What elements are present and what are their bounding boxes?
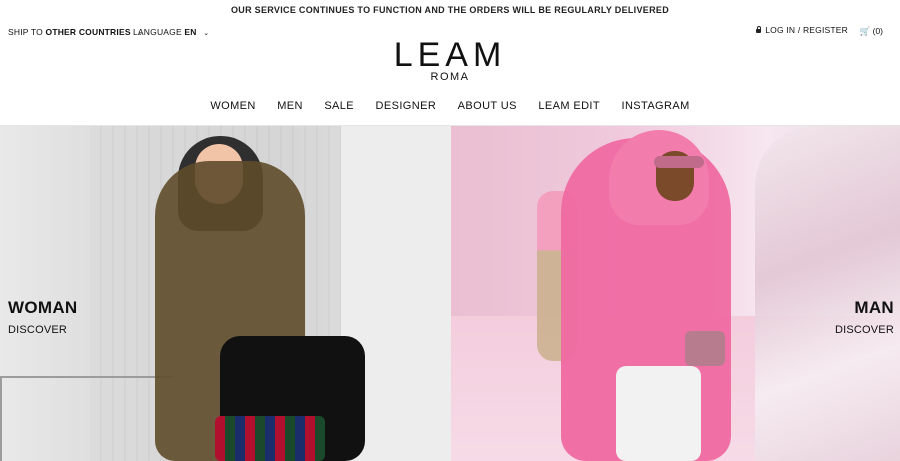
nav-leam-edit[interactable]: LEAM EDIT	[538, 100, 600, 112]
nav-men[interactable]: MEN	[277, 100, 303, 112]
nav-instagram[interactable]: INSTAGRAM	[621, 100, 689, 112]
cart-icon: 🛒	[859, 26, 871, 36]
hero-man-title: MAN	[854, 298, 894, 317]
ship-to-prefix: SHIP TO	[8, 27, 43, 37]
hero-man-panel[interactable]: MAN DISCOVER	[451, 126, 900, 461]
hero-woman-title: WOMAN	[8, 298, 78, 317]
model-sunglasses	[654, 156, 704, 168]
nav-women[interactable]: WOMEN	[210, 100, 255, 112]
ship-to-selector[interactable]: SHIP TO OTHER COUNTRIES ⌄	[8, 27, 143, 37]
chevron-down-icon: ⌄	[203, 30, 210, 37]
nav-designer[interactable]: DESIGNER	[376, 100, 437, 112]
crystal-sculpture	[755, 126, 900, 461]
ship-to-value: OTHER COUNTRIES	[45, 27, 131, 37]
login-text: LOG IN / REGISTER	[765, 25, 848, 35]
model-striped-bag	[215, 416, 325, 461]
login-register-link[interactable]: LOG IN / REGISTER	[756, 25, 848, 35]
language-prefix: LANGUAGE	[133, 27, 182, 37]
brand-logo[interactable]: LEAM ROMA	[0, 38, 900, 83]
hero-woman-discover-link[interactable]: DISCOVER	[8, 324, 67, 336]
shopping-cart-prop	[0, 376, 172, 461]
model-white-pants	[616, 366, 701, 461]
main-navigation: WOMEN MEN SALE DESIGNER ABOUT US LEAM ED…	[0, 100, 900, 112]
nav-sale[interactable]: SALE	[324, 100, 354, 112]
language-value: EN	[184, 27, 197, 37]
nav-about-us[interactable]: ABOUT US	[458, 100, 517, 112]
cart-button[interactable]: 🛒 (0)	[860, 26, 883, 37]
hero-man-discover-link[interactable]: DISCOVER	[835, 324, 894, 336]
cart-count: (0)	[872, 26, 883, 36]
logo-main-text: LEAM	[393, 36, 507, 74]
language-selector[interactable]: LANGUAGE EN ⌄	[133, 27, 209, 37]
service-notice: OUR SERVICE CONTINUES TO FUNCTION AND TH…	[230, 5, 669, 15]
hero-woman-panel[interactable]: WOMAN DISCOVER	[0, 126, 451, 461]
logo-sub-text: ROMA	[430, 71, 470, 83]
lock-icon	[756, 25, 762, 33]
model-crossbody-bag	[685, 331, 725, 366]
